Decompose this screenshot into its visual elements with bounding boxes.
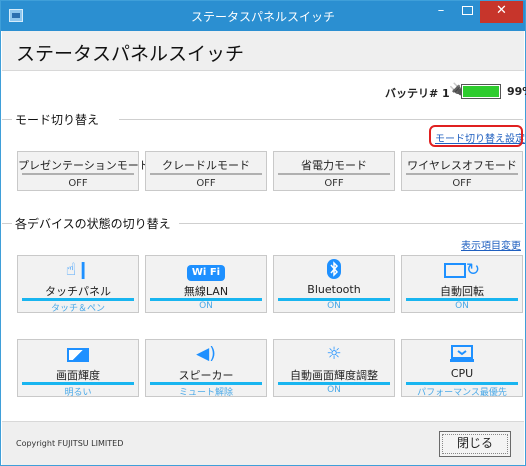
device-status: ON <box>455 301 469 311</box>
device-label: Bluetooth <box>307 283 361 296</box>
mode-label: ワイヤレスオフモード <box>407 159 517 172</box>
device-label: タッチパネル <box>45 285 111 298</box>
minimize-button[interactable]: – <box>428 1 454 23</box>
wifi-icon: Wi Fi <box>146 259 266 281</box>
mode-bar <box>278 173 390 175</box>
header: ステータスパネルスイッチ <box>2 31 524 71</box>
speaker-icon: ◀) <box>196 344 216 364</box>
touch-hand-icon: ☝❙ <box>65 260 91 280</box>
title-bar: ステータスパネルスイッチ – ✕ <box>1 1 525 31</box>
device-section-divider <box>179 223 523 224</box>
mode-status: OFF <box>452 178 472 189</box>
page-title: ステータスパネルスイッチ <box>16 43 245 65</box>
bluetooth-icon <box>274 259 394 281</box>
device-section-divider-left <box>2 223 12 224</box>
device-label: 自動回転 <box>440 285 484 298</box>
highlight-box <box>429 125 523 147</box>
battery-icon <box>458 84 501 99</box>
close-window-button[interactable]: ✕ <box>480 1 523 23</box>
mode-label: プレゼンテーションモード <box>18 159 150 172</box>
device-status: ON <box>327 385 341 395</box>
maximize-icon <box>461 6 473 15</box>
display-items-link[interactable]: 表示項目変更 <box>461 237 521 252</box>
mode-status: OFF <box>196 178 216 189</box>
device-status: ミュート解除 <box>178 388 233 398</box>
device-tile-wireless-lan[interactable]: Wi Fi 無線LAN ON <box>145 255 267 313</box>
mode-button-power-saving[interactable]: 省電力モード OFF <box>273 151 395 191</box>
device-tile-bluetooth[interactable]: Bluetooth ON <box>273 255 395 313</box>
mode-status: OFF <box>68 178 88 189</box>
battery-percent: 99% <box>507 85 526 98</box>
mode-section-divider <box>119 119 523 120</box>
mode-bar <box>406 173 518 175</box>
mode-label: クレードルモード <box>162 159 250 172</box>
cpu-icon <box>402 343 522 365</box>
device-label: 画面輝度 <box>56 369 100 382</box>
device-label: スピーカー <box>178 369 234 382</box>
auto-brightness-icon: ☼ <box>326 344 342 364</box>
mode-button-cradle[interactable]: クレードルモード OFF <box>145 151 267 191</box>
battery-level-fill <box>463 86 499 97</box>
device-status: タッチ＆ペン <box>50 304 105 314</box>
device-status: ON <box>327 301 341 311</box>
app-window: ステータスパネルスイッチ – ✕ ステータスパネルスイッチ バッテリ# 1 🔌 … <box>0 0 526 466</box>
close-button[interactable]: 閉じる <box>439 431 511 457</box>
mode-label: 省電力モード <box>301 159 367 172</box>
device-status: 明るい <box>64 388 92 398</box>
mode-section-divider-left <box>2 119 12 120</box>
rotate-icon: ↻ <box>402 259 522 281</box>
mode-button-wireless-off[interactable]: ワイヤレスオフモード OFF <box>401 151 523 191</box>
device-status: ON <box>199 301 213 311</box>
device-label: 自動画面輝度調整 <box>290 369 378 382</box>
mode-bar <box>150 173 262 175</box>
device-tile-auto-brightness[interactable]: ☼ 自動画面輝度調整 ON <box>273 339 395 397</box>
device-status: パフォーマンス最優先 <box>417 388 507 398</box>
mode-section-title: モード切り替え <box>15 113 100 127</box>
screen-brightness-icon <box>18 343 138 365</box>
device-tile-cpu[interactable]: CPU パフォーマンス最優先 <box>401 339 523 398</box>
device-section-title: 各デバイスの状態の切り替え <box>15 217 171 231</box>
copyright-text: Copyright FUJITSU LIMITED <box>16 439 124 448</box>
device-tile-speaker[interactable]: ◀) スピーカー ミュート解除 <box>145 339 267 398</box>
maximize-button[interactable] <box>454 1 480 23</box>
device-label: CPU <box>450 367 474 380</box>
battery-label: バッテリ# 1 <box>385 87 450 100</box>
device-tile-touch-panel[interactable]: ☝❙ タッチパネル タッチ＆ペン <box>17 255 139 314</box>
device-tile-screen-brightness[interactable]: 画面輝度 明るい <box>17 339 139 398</box>
device-label: 無線LAN <box>183 285 229 298</box>
mode-bar <box>22 173 134 175</box>
device-tile-auto-rotate[interactable]: ↻ 自動回転 ON <box>401 255 523 313</box>
footer: Copyright FUJITSU LIMITED 閉じる <box>2 421 524 465</box>
mode-button-presentation[interactable]: プレゼンテーションモード OFF <box>17 151 150 191</box>
mode-status: OFF <box>324 178 344 189</box>
